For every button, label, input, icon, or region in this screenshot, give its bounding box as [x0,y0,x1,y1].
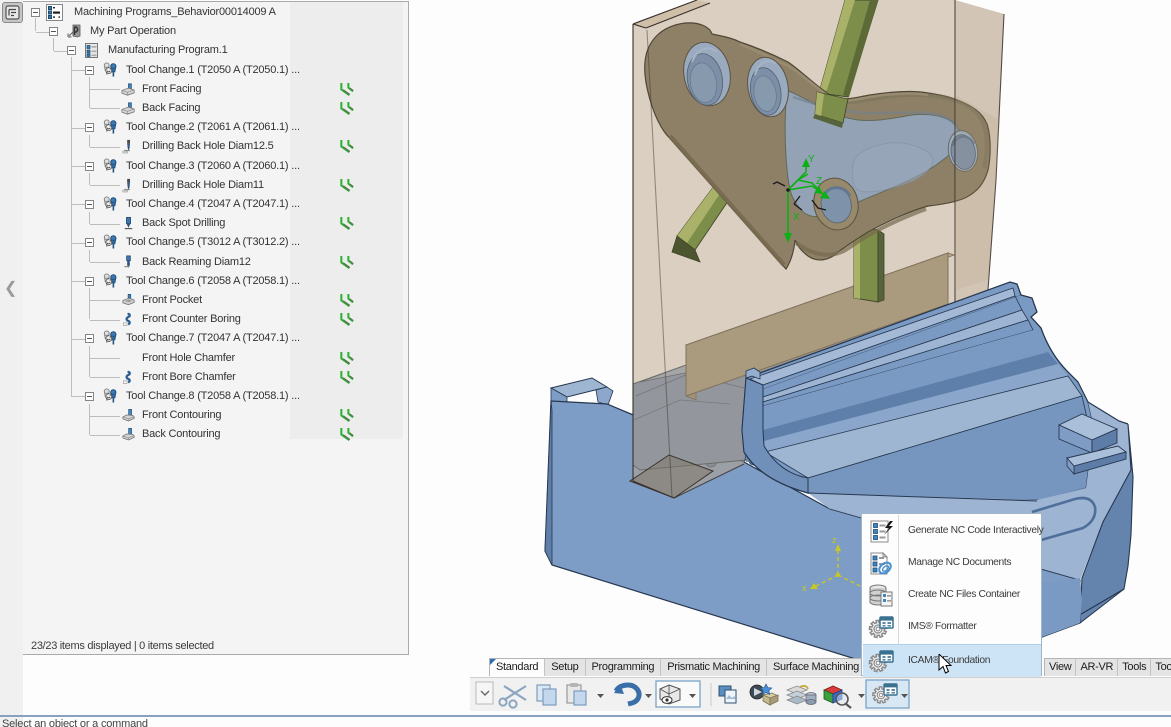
svg-text:x: x [802,583,807,593]
svg-text:X: X [793,212,800,223]
svg-text:Y: Y [808,154,815,165]
svg-text:z: z [832,535,837,545]
svg-text:Z: Z [816,176,822,187]
